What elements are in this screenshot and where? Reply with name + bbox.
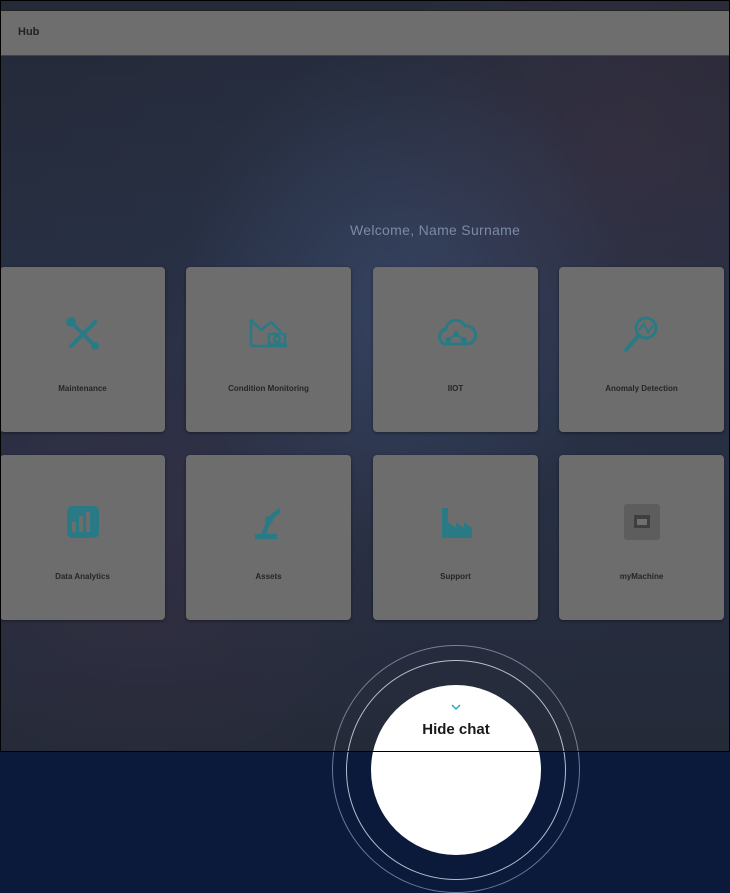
machine-icon xyxy=(623,504,660,540)
tile-mymachine[interactable]: myMachine xyxy=(559,455,724,620)
hide-chat-label: Hide chat xyxy=(422,721,490,738)
factory-icon xyxy=(441,508,472,538)
monitoring-icon xyxy=(249,318,287,348)
tile-anomaly-detection[interactable]: Anomaly Detection xyxy=(559,267,724,432)
chevron-down-icon xyxy=(451,704,461,711)
welcome-message: Welcome, Name Surname xyxy=(350,222,521,238)
tile-assets[interactable]: Assets xyxy=(186,455,351,620)
magnifier-icon xyxy=(623,316,657,352)
tile-iiot[interactable]: IIOT xyxy=(373,267,538,432)
tile-label: Anomaly Detection xyxy=(605,384,678,393)
tile-support[interactable]: Support xyxy=(373,455,538,620)
tile-label: myMachine xyxy=(619,572,664,581)
tile-label: Support xyxy=(440,572,471,581)
tile-label: Assets xyxy=(255,572,282,581)
tile-label: Data Analytics xyxy=(55,572,110,581)
hide-chat-button[interactable]: Hide chat xyxy=(371,685,541,855)
analytics-icon xyxy=(66,506,99,538)
header-bar: Hub xyxy=(0,10,730,56)
tile-label: Condition Monitoring xyxy=(228,384,309,393)
tile-condition-monitoring[interactable]: Condition Monitoring xyxy=(186,267,351,432)
tools-icon xyxy=(65,317,99,350)
page-title: Hub xyxy=(18,26,40,38)
cloud-network-icon xyxy=(437,318,477,346)
robot-arm-icon xyxy=(254,508,281,539)
tile-label: Maintenance xyxy=(58,384,107,393)
tile-label: IIOT xyxy=(447,384,464,393)
tile-data-analytics[interactable]: Data Analytics xyxy=(0,455,165,620)
tile-maintenance[interactable]: Maintenance xyxy=(0,267,165,432)
